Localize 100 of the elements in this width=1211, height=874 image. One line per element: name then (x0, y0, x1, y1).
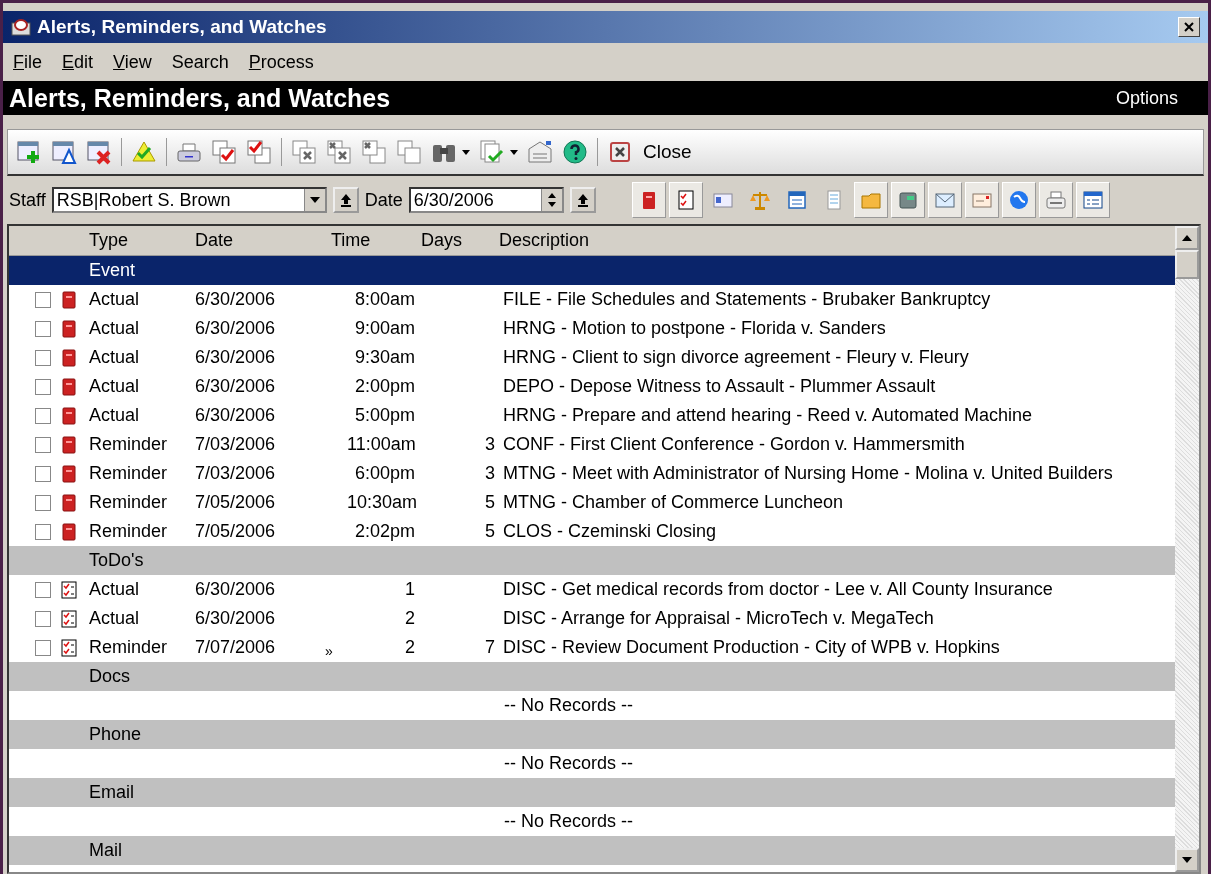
scroll-down-button[interactable] (1175, 848, 1199, 872)
menu-item[interactable]: Edit (62, 51, 94, 73)
group-row[interactable]: Docs (9, 662, 1175, 691)
window-title: Alerts, Reminders, and Watches (37, 16, 327, 38)
table-cell-text: 7/07/2006 (195, 637, 277, 658)
todo-filter-button[interactable] (668, 182, 703, 218)
copy-x-icon[interactable] (291, 139, 317, 165)
table-cell-text: Reminder (88, 637, 169, 658)
scroll-up-icon[interactable] (1182, 235, 1192, 241)
table-cell-text: 7/05/2006 (195, 492, 277, 513)
table-cell: 3 (485, 434, 495, 454)
help-icon[interactable] (562, 139, 588, 165)
book-icon (62, 435, 76, 454)
date-spinner[interactable]: 6/30/2006 (408, 187, 564, 213)
edit-record-icon[interactable] (51, 139, 77, 165)
caret-icon[interactable] (510, 149, 518, 155)
checkbox[interactable] (35, 610, 51, 627)
globe-icon (1007, 189, 1030, 211)
table-cell-text: 6/30/2006 (195, 347, 277, 368)
options-link[interactable]: Options (1115, 87, 1178, 109)
checkbox[interactable] (35, 407, 51, 424)
group-label: Mail (88, 840, 123, 861)
book-icon (62, 406, 76, 425)
table-cell-text: MTNG - Chamber of Commerce Luncheon (502, 492, 844, 513)
table-cell-text: 7/03/2006 (195, 434, 277, 455)
up-arrow-button[interactable] (569, 187, 596, 213)
scales-icon (748, 189, 771, 211)
checkbox[interactable] (35, 378, 51, 395)
group-label: Phone (88, 724, 143, 745)
table-cell: 5 (485, 492, 495, 512)
table-cell-text: Reminder (88, 492, 169, 513)
checkbox[interactable] (35, 349, 51, 366)
checkbox[interactable] (35, 581, 51, 598)
printer-icon (1044, 189, 1067, 211)
printer-filter-button[interactable] (1038, 182, 1073, 218)
envelope-filter-button[interactable] (927, 182, 962, 218)
column-header[interactable]: Type (87, 230, 195, 251)
caret-icon[interactable] (462, 149, 470, 155)
group-row[interactable]: Email (9, 778, 1175, 807)
checkbox[interactable] (35, 320, 51, 337)
globe-filter-button[interactable] (1001, 182, 1036, 218)
table-cell-text: 7/03/2006 (195, 463, 277, 484)
table-cell-text: MTNG - Meet with Administrator of Nursing Home - Molina v. United Builders (502, 463, 1113, 484)
checkbox[interactable] (35, 523, 51, 540)
table-cell-text: 6/30/2006 (195, 608, 277, 629)
table-cell-text: 5:00pm (353, 405, 415, 426)
menu-item[interactable]: Search (171, 51, 229, 73)
copy-check-icon[interactable] (211, 139, 237, 165)
menu-item[interactable]: File (13, 51, 42, 73)
table-cell-text: 2:00pm (353, 376, 415, 397)
table-cell-text: Actual (88, 347, 141, 368)
column-header[interactable]: Date (195, 230, 325, 251)
checkbox[interactable] (35, 436, 51, 453)
checkbox[interactable] (35, 465, 51, 482)
close-window-button[interactable] (1178, 17, 1200, 37)
copy-x-icon[interactable] (361, 139, 387, 165)
phone-filter-button[interactable] (890, 182, 925, 218)
table-cell-text: 6/30/2006 (195, 579, 277, 600)
delete-record-icon[interactable] (86, 139, 112, 165)
triangle-check-icon[interactable] (131, 139, 157, 165)
checkbox[interactable] (35, 494, 51, 511)
book-icon (62, 377, 76, 396)
table-cell-text: Actual (88, 318, 141, 339)
form-icon (785, 189, 808, 211)
scroll-up-button[interactable] (1175, 226, 1199, 250)
no-records-text: -- No Records -- (504, 811, 633, 832)
folder-filter-button[interactable] (853, 182, 888, 218)
book-icon (62, 319, 76, 338)
scroll-thumb[interactable] (1175, 250, 1199, 279)
checkbox[interactable] (35, 639, 51, 656)
copy-check-icon[interactable] (246, 139, 272, 165)
checklist-icon (61, 609, 77, 628)
mail-filter-button[interactable] (964, 182, 999, 218)
close-button[interactable]: Close (607, 141, 694, 163)
table-cell-text: DISC - Review Document Production - City of WPB v. Hopkins (502, 637, 1000, 658)
group-row[interactable]: Phone (9, 720, 1175, 749)
calendar-filter-button[interactable] (1075, 182, 1110, 218)
group-row[interactable]: Mail (9, 836, 1175, 865)
scroll-down-icon[interactable] (1182, 857, 1192, 863)
document-check-icon[interactable] (479, 139, 505, 165)
scrollbar[interactable] (1175, 226, 1199, 872)
up-arrow-button[interactable] (332, 187, 359, 213)
group-row[interactable]: ToDo's (9, 546, 1175, 575)
table-cell-text: CONF - First Client Conference - Gordon v. Hammersmith (502, 434, 965, 455)
calendar-icon (1081, 189, 1104, 211)
add-record-icon[interactable] (16, 139, 42, 165)
checkbox[interactable] (35, 291, 51, 308)
column-header[interactable]: Days (415, 230, 491, 251)
table-cell-text: 7/05/2006 (195, 521, 277, 542)
staff-dropdown[interactable]: RSB|Robert S. Brown (51, 187, 327, 213)
copy-x-icon[interactable] (326, 139, 352, 165)
group-row[interactable]: Event (9, 256, 1175, 285)
event-filter-button[interactable] (631, 182, 666, 218)
checklist-icon (61, 580, 77, 599)
column-header[interactable]: Time (331, 230, 415, 251)
menu-item[interactable]: View (113, 51, 152, 73)
column-header[interactable]: Description (491, 230, 590, 251)
menu-item[interactable]: Process (248, 51, 314, 73)
checklist-icon (61, 638, 77, 657)
table-cell-text: 9:00am (353, 318, 415, 339)
